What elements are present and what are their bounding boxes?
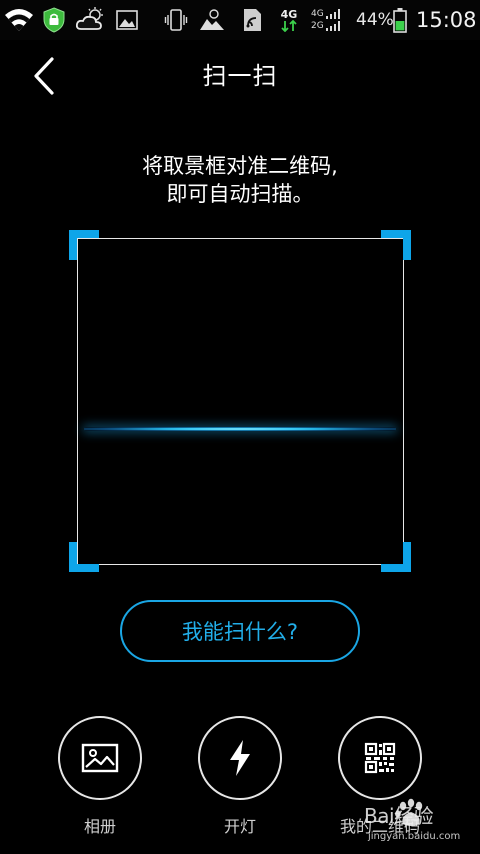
- signal-2g-label: 2G: [311, 21, 324, 31]
- flash-icon: [230, 740, 250, 776]
- scan-hint-line-1: 将取景框对准二维码,: [142, 154, 338, 178]
- image-icon: [81, 743, 119, 773]
- what-can-i-scan-button[interactable]: 我能扫什么?: [120, 600, 360, 662]
- status-bar: 4G 4G 2G 44% 15:08: [0, 0, 480, 40]
- album-label: 相册: [83, 817, 116, 836]
- battery-percent: 44%: [356, 10, 394, 30]
- weather-cloud-icon: [74, 6, 108, 34]
- viewfinder-corner-bottom-left: [69, 542, 99, 572]
- network-label: 4G: [280, 7, 298, 21]
- sim-card-icon: [240, 6, 264, 34]
- scan-viewfinder: [77, 238, 404, 565]
- shield-icon: [40, 6, 68, 34]
- viewfinder-corner-top-left: [69, 230, 99, 260]
- page-title: 扫一扫: [202, 62, 278, 90]
- signal-icon: 4G 2G: [311, 6, 341, 34]
- wifi-icon: [2, 6, 36, 34]
- viewfinder-corner-bottom-right: [381, 542, 411, 572]
- scan-hint: 将取景框对准二维码, 即可自动扫描。: [0, 152, 480, 208]
- signal-4g-label: 4G: [311, 9, 324, 19]
- flashlight-button[interactable]: [198, 716, 282, 800]
- qr-code-icon: [364, 742, 396, 774]
- vibrate-icon: [163, 6, 189, 34]
- album-button[interactable]: [58, 716, 142, 800]
- watermark-url: jingyan.baidu.com: [368, 831, 461, 842]
- landscape-icon: [198, 6, 226, 34]
- watermark-text: Bai经验: [364, 804, 434, 828]
- scan-line: [84, 427, 396, 431]
- gallery-icon: [114, 6, 140, 34]
- watermark: Bai经验 jingyan.baidu.com: [364, 796, 480, 854]
- my-qr-code-button[interactable]: [338, 716, 422, 800]
- viewfinder-corner-top-right: [381, 230, 411, 260]
- battery-icon: [391, 6, 409, 34]
- network-4g-icon: 4G: [276, 6, 302, 34]
- status-time: 15:08: [416, 8, 477, 32]
- scan-hint-line-2: 即可自动扫描。: [166, 182, 314, 206]
- flashlight-label: 开灯: [223, 817, 256, 836]
